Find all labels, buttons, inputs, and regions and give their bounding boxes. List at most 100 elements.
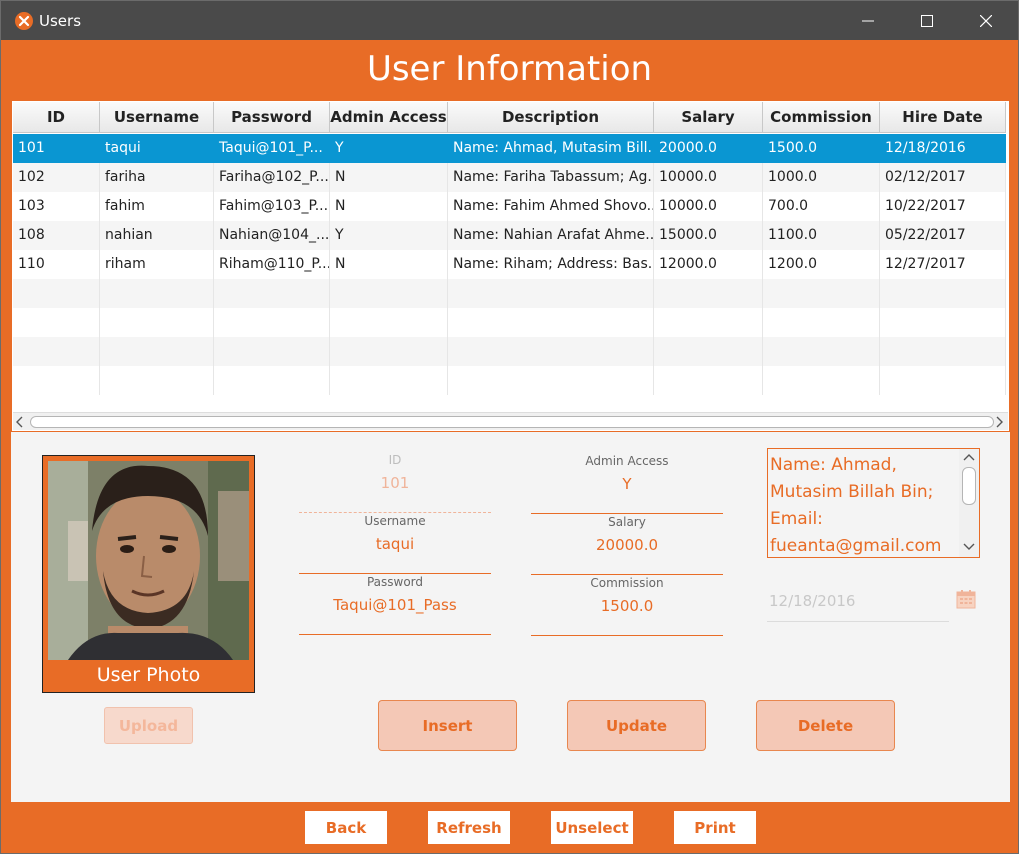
username-label: Username xyxy=(364,514,426,528)
insert-button[interactable]: Insert xyxy=(378,700,517,751)
upload-button[interactable]: Upload xyxy=(104,707,193,744)
cell-hire-date: 05/22/2017 xyxy=(880,221,1006,250)
column-header-hire-date[interactable]: Hire Date xyxy=(880,102,1006,133)
cell-commission: 1500.0 xyxy=(763,134,880,163)
cell-commission: 700.0 xyxy=(763,192,880,221)
cell-description: Name: Nahian Arafat Ahme... xyxy=(448,221,654,250)
commission-label: Commission xyxy=(590,576,664,590)
salary-label: Salary xyxy=(608,515,646,529)
minimize-button[interactable] xyxy=(839,1,897,40)
id-field: ID 101 xyxy=(299,453,491,513)
admin-access-field[interactable]: Admin Access Y xyxy=(531,454,723,514)
password-input[interactable]: Taqui@101_Pass xyxy=(299,596,491,614)
cell-hire-date: 12/18/2016 xyxy=(880,134,1006,163)
table-row[interactable]: 110 riham Riham@110_P... N Name: Riham; … xyxy=(13,250,1006,279)
maximize-button[interactable] xyxy=(898,1,956,40)
cell-username: riham xyxy=(100,250,214,279)
cell-password: Taqui@101_P... xyxy=(214,134,330,163)
empty-row xyxy=(13,366,1006,395)
cell-password: Fariha@102_P... xyxy=(214,163,330,192)
cell-id: 108 xyxy=(13,221,100,250)
table-row[interactable]: 102 fariha Fariha@102_P... N Name: Farih… xyxy=(13,163,1006,192)
refresh-button[interactable]: Refresh xyxy=(427,810,511,845)
users-table[interactable]: ID Username Password Admin Access Descri… xyxy=(11,100,1010,432)
empty-row xyxy=(13,337,1006,366)
cell-admin-access: Y xyxy=(330,221,448,250)
scrollbar-thumb[interactable] xyxy=(30,416,994,428)
column-header-id[interactable]: ID xyxy=(13,102,100,133)
cell-username: nahian xyxy=(100,221,214,250)
cell-salary: 20000.0 xyxy=(654,134,763,163)
id-label: ID xyxy=(388,453,402,467)
column-header-description[interactable]: Description xyxy=(448,102,654,133)
table-row[interactable]: 101 taqui Taqui@101_P... Y Name: Ahmad, … xyxy=(13,134,1006,163)
cell-password: Fahim@103_P... xyxy=(214,192,330,221)
update-button[interactable]: Update xyxy=(567,700,706,751)
close-button[interactable] xyxy=(957,1,1015,40)
chevron-left-icon[interactable] xyxy=(15,416,25,428)
window-title: Users xyxy=(39,12,82,30)
column-header-username[interactable]: Username xyxy=(100,102,214,133)
empty-row xyxy=(13,279,1006,308)
cell-id: 103 xyxy=(13,192,100,221)
chevron-right-icon[interactable] xyxy=(994,416,1004,428)
cell-id: 101 xyxy=(13,134,100,163)
cell-hire-date: 02/12/2017 xyxy=(880,163,1006,192)
table-row[interactable]: 108 nahian Nahian@104_... Y Name: Nahian… xyxy=(13,221,1006,250)
column-header-commission[interactable]: Commission xyxy=(763,102,880,133)
photo-caption: User Photo xyxy=(96,664,201,686)
scrollbar-thumb[interactable] xyxy=(962,467,976,505)
unselect-button[interactable]: Unselect xyxy=(550,810,634,845)
cell-description: Name: Fahim Ahmed Shovo... xyxy=(448,192,654,221)
salary-input[interactable]: 20000.0 xyxy=(531,536,723,554)
cell-description: Name: Fariha Tabassum; Ag... xyxy=(448,163,654,192)
cell-salary: 15000.0 xyxy=(654,221,763,250)
cell-salary: 10000.0 xyxy=(654,163,763,192)
users-window: Users User Information ID Username Passw… xyxy=(0,0,1019,854)
admin-access-input[interactable]: Y xyxy=(531,475,723,493)
description-textarea[interactable]: Name: Ahmad, Mutasim Billah Bin; Email: … xyxy=(767,448,980,558)
cell-commission: 1200.0 xyxy=(763,250,880,279)
table-row[interactable]: 103 fahim Fahim@103_P... N Name: Fahim A… xyxy=(13,192,1006,221)
cell-description: Name: Riham; Address: Bas... xyxy=(448,250,654,279)
delete-button[interactable]: Delete xyxy=(756,700,895,751)
page-title: User Information xyxy=(366,49,653,89)
empty-row xyxy=(13,308,1006,337)
column-header-password[interactable]: Password xyxy=(214,102,330,133)
column-header-admin-access[interactable]: Admin Access xyxy=(330,102,448,133)
commission-field[interactable]: Commission 1500.0 xyxy=(531,576,723,636)
cell-username: fahim xyxy=(100,192,214,221)
user-photo-frame: User Photo xyxy=(42,455,255,693)
cell-password: Riham@110_P... xyxy=(214,250,330,279)
admin-access-label: Admin Access xyxy=(585,454,669,468)
horizontal-scrollbar[interactable] xyxy=(13,412,1008,430)
password-field[interactable]: Password Taqui@101_Pass xyxy=(299,575,491,635)
cell-id: 102 xyxy=(13,163,100,192)
chevron-up-icon[interactable] xyxy=(963,453,975,461)
hire-date-value: 12/18/2016 xyxy=(769,592,856,610)
cell-hire-date: 10/22/2017 xyxy=(880,192,1006,221)
main-panel: ID Username Password Admin Access Descri… xyxy=(11,100,1010,802)
calendar-icon[interactable] xyxy=(956,589,976,609)
password-label: Password xyxy=(366,575,424,589)
cell-admin-access: Y xyxy=(330,134,448,163)
salary-field[interactable]: Salary 20000.0 xyxy=(531,515,723,575)
cell-id: 110 xyxy=(13,250,100,279)
cell-commission: 1000.0 xyxy=(763,163,880,192)
cell-commission: 1100.0 xyxy=(763,221,880,250)
commission-input[interactable]: 1500.0 xyxy=(531,597,723,615)
app-logo-icon xyxy=(15,12,33,30)
vertical-scrollbar[interactable] xyxy=(959,449,979,557)
back-button[interactable]: Back xyxy=(304,810,388,845)
cell-username: taqui xyxy=(100,134,214,163)
print-button[interactable]: Print xyxy=(673,810,757,845)
cell-description: Name: Ahmad, Mutasim Bill... xyxy=(448,134,654,163)
title-bar: Users xyxy=(1,1,1018,40)
username-field[interactable]: Username taqui xyxy=(299,514,491,574)
hire-date-picker[interactable]: 12/18/2016 xyxy=(767,585,949,622)
table-header: ID Username Password Admin Access Descri… xyxy=(13,102,1006,133)
chevron-down-icon[interactable] xyxy=(963,543,975,551)
username-input[interactable]: taqui xyxy=(299,535,491,553)
column-header-salary[interactable]: Salary xyxy=(654,102,763,133)
user-photo xyxy=(48,461,249,660)
